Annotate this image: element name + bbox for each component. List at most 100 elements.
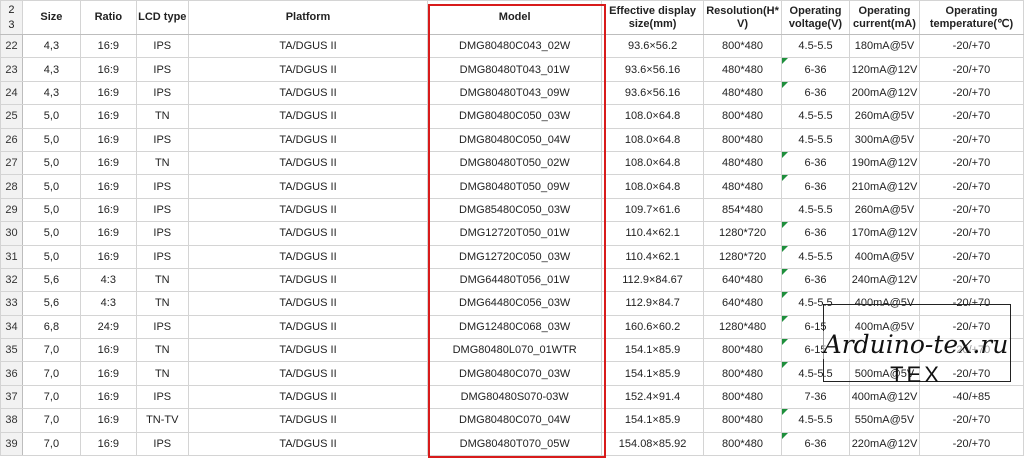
cell-model[interactable]: DMG64480T056_01W — [427, 267, 603, 293]
cell-current[interactable]: 180mA@5V — [849, 33, 920, 59]
cell-model[interactable]: DMG80480T043_09W — [427, 80, 603, 106]
cell-resolution[interactable]: 800*480 — [703, 33, 783, 59]
cell-ratio[interactable]: 16:9 — [79, 57, 137, 82]
cell-temperature[interactable]: -20/+70 — [918, 291, 1024, 316]
cell-voltage[interactable]: 6-36 — [781, 267, 850, 293]
cell-voltage[interactable]: 4.5-5.5 — [781, 361, 850, 386]
cell-temperature[interactable]: -20/+70 — [918, 221, 1024, 246]
cell-platform[interactable]: TA/DGUS II — [187, 197, 429, 223]
row-number[interactable]: 32 — [0, 267, 23, 293]
cell-temperature[interactable]: -20/+70 — [918, 33, 1024, 59]
cell-ratio[interactable]: 16:9 — [79, 197, 137, 223]
cell-display-size[interactable]: 93.6×56.2 — [601, 33, 705, 59]
cell-platform[interactable]: TA/DGUS II — [187, 384, 429, 410]
cell-lcd-type[interactable]: TN — [135, 267, 189, 293]
cell-display-size[interactable]: 110.4×62.1 — [601, 221, 705, 246]
cell-display-size[interactable]: 109.7×61.6 — [601, 197, 705, 223]
col-header-lcd-type[interactable]: LCD type — [135, 0, 189, 35]
cell-model[interactable]: DMG80480C070_04W — [427, 408, 603, 433]
cell-model[interactable]: DMG12720C050_03W — [427, 244, 603, 269]
cell-display-size[interactable]: 154.08×85.92 — [601, 431, 705, 457]
cell-current[interactable]: 550mA@5V — [849, 408, 920, 433]
cell-model[interactable]: DMG64480C056_03W — [427, 291, 603, 316]
cell-platform[interactable]: TA/DGUS II — [187, 57, 429, 82]
cell-lcd-type[interactable]: IPS — [135, 33, 189, 59]
cell-temperature[interactable]: -20/+70 — [918, 104, 1024, 129]
cell-display-size[interactable]: 108.0×64.8 — [601, 150, 705, 176]
cell-size[interactable]: 7,0 — [21, 408, 81, 433]
cell-ratio[interactable]: 24:9 — [79, 314, 137, 340]
col-header-temperature[interactable]: Operating temperature(℃) — [918, 0, 1024, 35]
cell-voltage[interactable]: 4.5-5.5 — [781, 197, 850, 223]
cell-display-size[interactable]: 154.1×85.9 — [601, 338, 705, 363]
cell-resolution[interactable]: 480*480 — [703, 150, 783, 176]
cell-size[interactable]: 7,0 — [21, 384, 81, 410]
cell-resolution[interactable]: 1280*480 — [703, 314, 783, 340]
cell-platform[interactable]: TA/DGUS II — [187, 291, 429, 316]
cell-size[interactable]: 5,0 — [21, 221, 81, 246]
row-number[interactable]: 22 — [0, 33, 23, 59]
cell-display-size[interactable]: 110.4×62.1 — [601, 244, 705, 269]
cell-display-size[interactable]: 154.1×85.9 — [601, 361, 705, 386]
cell-size[interactable]: 5,0 — [21, 244, 81, 269]
cell-voltage[interactable]: 6-36 — [781, 221, 850, 246]
cell-model[interactable]: DMG80480T050_02W — [427, 150, 603, 176]
cell-lcd-type[interactable]: IPS — [135, 197, 189, 223]
cell-voltage[interactable]: 6-36 — [781, 80, 850, 106]
cell-model[interactable]: DMG80480T043_01W — [427, 57, 603, 82]
cell-ratio[interactable]: 4:3 — [79, 267, 137, 293]
col-header-model[interactable]: Model — [427, 0, 603, 35]
cell-resolution[interactable]: 640*480 — [703, 291, 783, 316]
row-number[interactable]: 34 — [0, 314, 23, 340]
cell-resolution[interactable]: 854*480 — [703, 197, 783, 223]
cell-lcd-type[interactable]: IPS — [135, 244, 189, 269]
row-number[interactable]: 23 — [0, 57, 23, 82]
cell-ratio[interactable]: 4:3 — [79, 291, 137, 316]
cell-voltage[interactable]: 4.5-5.5 — [781, 33, 850, 59]
cell-voltage[interactable]: 4.5-5.5 — [781, 291, 850, 316]
cell-resolution[interactable]: 800*480 — [703, 127, 783, 152]
cell-platform[interactable]: TA/DGUS II — [187, 127, 429, 152]
cell-lcd-type[interactable]: IPS — [135, 221, 189, 246]
col-header-voltage[interactable]: Operating voltage(V) — [781, 0, 850, 35]
cell-voltage[interactable]: 6-36 — [781, 431, 850, 457]
cell-resolution[interactable]: 1280*720 — [703, 221, 783, 246]
cell-platform[interactable]: TA/DGUS II — [187, 221, 429, 246]
cell-temperature[interactable]: -20/+70 — [918, 314, 1024, 340]
row-number[interactable]: 30 — [0, 221, 23, 246]
cell-current[interactable]: 400mA@12V — [849, 384, 920, 410]
cell-temperature[interactable]: -20/+70 — [918, 244, 1024, 269]
cell-resolution[interactable]: 1280*720 — [703, 244, 783, 269]
cell-model[interactable]: DMG80480L070_01WTR — [427, 338, 603, 363]
cell-current[interactable]: 170mA@12V — [849, 221, 920, 246]
cell-lcd-type[interactable]: TN — [135, 150, 189, 176]
cell-ratio[interactable]: 16:9 — [79, 361, 137, 386]
cell-display-size[interactable]: 93.6×56.16 — [601, 80, 705, 106]
cell-size[interactable]: 5,0 — [21, 150, 81, 176]
cell-temperature[interactable]: -40/+85 — [918, 384, 1024, 410]
cell-temperature[interactable]: -20/+70 — [918, 127, 1024, 152]
cell-temperature[interactable]: -20/+70 — [918, 197, 1024, 223]
cell-size[interactable]: 5,0 — [21, 127, 81, 152]
cell-display-size[interactable]: 108.0×64.8 — [601, 127, 705, 152]
col-header-platform[interactable]: Platform — [187, 0, 429, 35]
cell-ratio[interactable]: 16:9 — [79, 408, 137, 433]
cell-voltage[interactable]: 6-36 — [781, 57, 850, 82]
cell-size[interactable]: 5,0 — [21, 104, 81, 129]
cell-ratio[interactable]: 16:9 — [79, 33, 137, 59]
row-number[interactable]: 24 — [0, 80, 23, 106]
row-number[interactable]: 35 — [0, 338, 23, 363]
cell-temperature[interactable]: -20/+70 — [918, 338, 1024, 363]
cell-temperature[interactable]: -20/+70 — [918, 150, 1024, 176]
cell-platform[interactable]: TA/DGUS II — [187, 267, 429, 293]
row-number[interactable]: 29 — [0, 197, 23, 223]
cell-model[interactable]: DMG80480T050_09W — [427, 174, 603, 199]
row-number[interactable]: 26 — [0, 127, 23, 152]
cell-platform[interactable]: TA/DGUS II — [187, 150, 429, 176]
row-number[interactable]: 38 — [0, 408, 23, 433]
cell-current[interactable]: 400mA@5V — [849, 314, 920, 340]
cell-platform[interactable]: TA/DGUS II — [187, 244, 429, 269]
row-number[interactable]: 25 — [0, 104, 23, 129]
cell-model[interactable]: DMG12720T050_01W — [427, 221, 603, 246]
cell-resolution[interactable]: 480*480 — [703, 57, 783, 82]
